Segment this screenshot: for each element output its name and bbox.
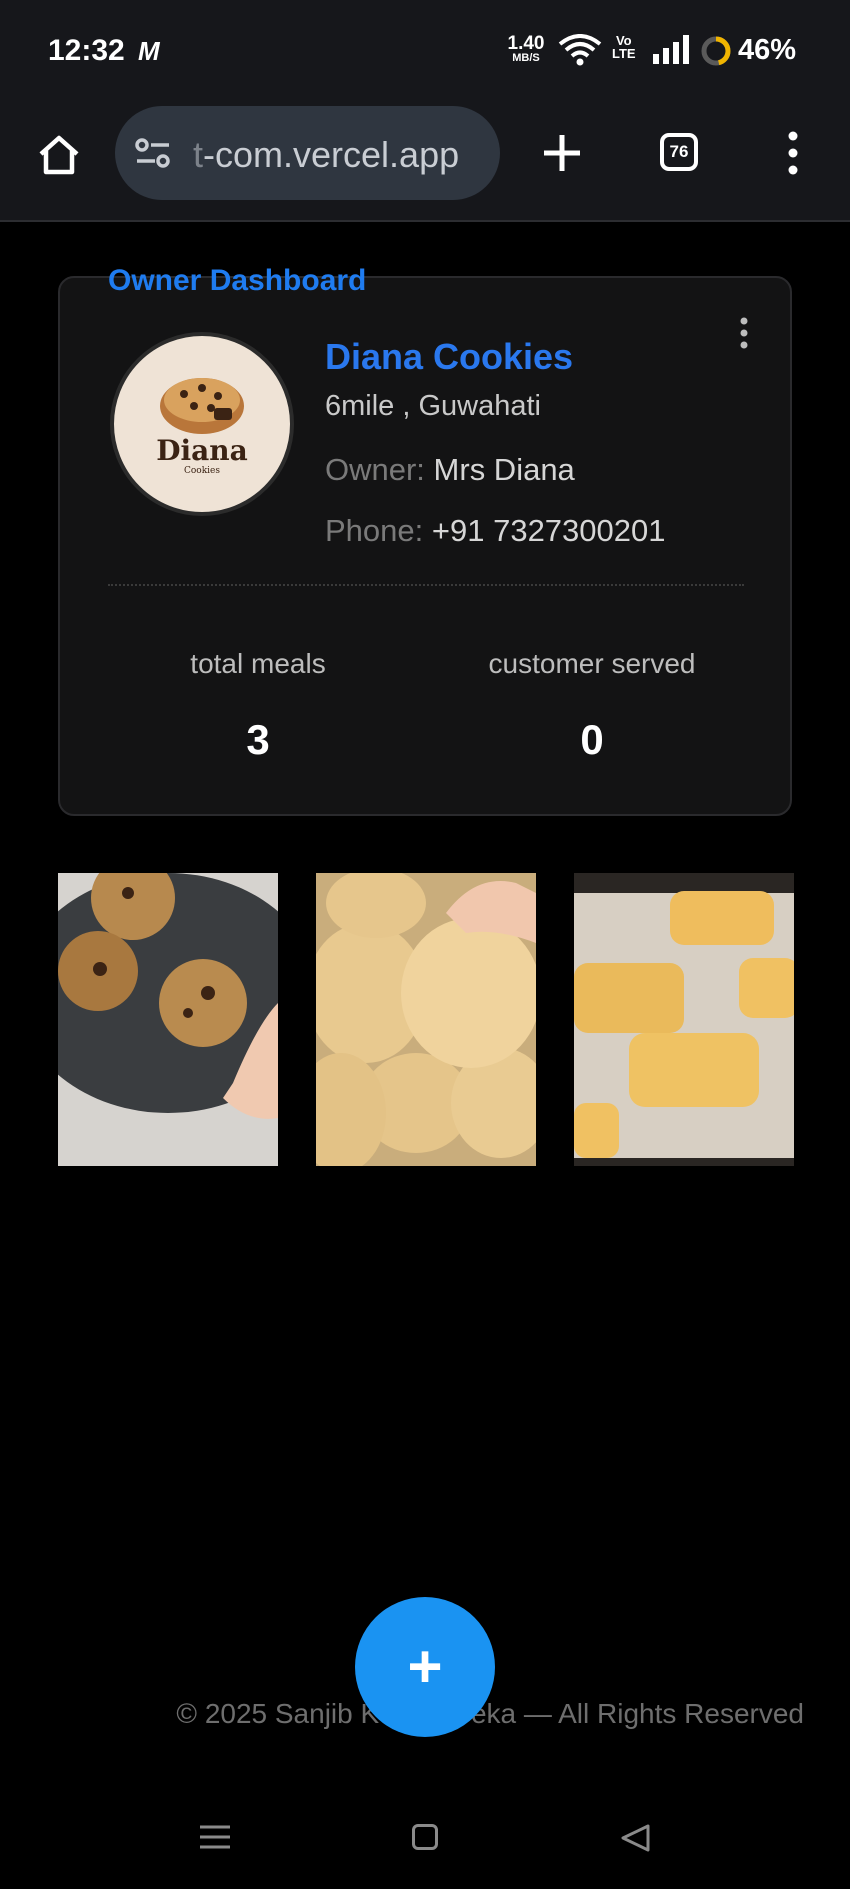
baking-tray-image [574,873,794,1166]
home-icon[interactable] [34,130,84,180]
address-bar[interactable]: t-com.vercel.app [115,106,500,200]
more-options-icon[interactable] [778,128,808,178]
card-menu-icon[interactable] [734,313,754,353]
logo-subtitle: Cookies [184,466,220,476]
meal-photo-cookies-plate[interactable] [58,873,278,1166]
network-speed-value: 1.40 [507,33,545,54]
status-bar: 12:32 M 1.40 MB/S Vo LTE 46% [0,0,850,100]
tab-switcher-button[interactable]: 76 [660,133,698,171]
stat-value-customer-served: 0 [580,716,604,763]
meal-photo-baking-tray[interactable] [574,873,794,1166]
status-time: 12:32 [48,34,125,67]
owner-name: Mrs Diana [433,452,575,487]
network-speed: 1.40 MB/S [505,34,547,64]
butter-cookies-image [316,873,536,1166]
owner-label: Owner: [325,452,425,487]
stat-label-total-meals: total meals [190,648,326,679]
url-text[interactable]: t-com.vercel.app [193,134,459,176]
battery-icon [701,36,731,66]
meal-photo-butter-cookies[interactable] [316,873,536,1166]
owner-info: Owner: Mrs Diana [325,452,575,488]
battery-percent: 46% [738,34,797,66]
phone-number: +91 7327300201 [431,513,666,548]
shop-location: 6mile , Guwahati [325,390,541,422]
site-settings-icon[interactable] [133,136,173,170]
network-speed-unit: MB/S [512,52,540,64]
url-text-faded: t [193,134,204,175]
stat-label-customer-served: customer served [488,648,696,679]
stat-value-total-meals: 3 [246,716,270,763]
new-tab-icon[interactable] [536,127,588,179]
volte-bottom: LTE [612,46,636,61]
phone-label: Phone: [325,513,424,548]
home-nav-icon[interactable] [412,1824,438,1850]
volte-icon: Vo LTE [612,34,636,60]
wifi-icon [558,34,602,66]
url-text-main: -com.vercel.app [203,134,460,175]
card-divider [108,584,744,586]
carrier-icon: M [138,36,160,66]
shop-name: Diana Cookies [325,336,574,377]
page-title: Owner Dashboard [108,264,367,297]
cookie-illustration [160,378,244,434]
shop-logo: Diana Cookies [110,332,294,516]
signal-icon [653,35,689,64]
recents-icon[interactable] [200,1824,230,1850]
add-meal-button[interactable]: + [355,1597,495,1737]
phone-info: Phone: +91 7327300201 [325,513,666,549]
system-nav-bar [0,1790,850,1889]
browser-toolbar: t-com.vercel.app 76 [0,100,850,222]
cookies-plate-image [58,873,278,1166]
logo-wordmark: Diana [156,434,248,467]
back-icon[interactable] [620,1824,650,1852]
